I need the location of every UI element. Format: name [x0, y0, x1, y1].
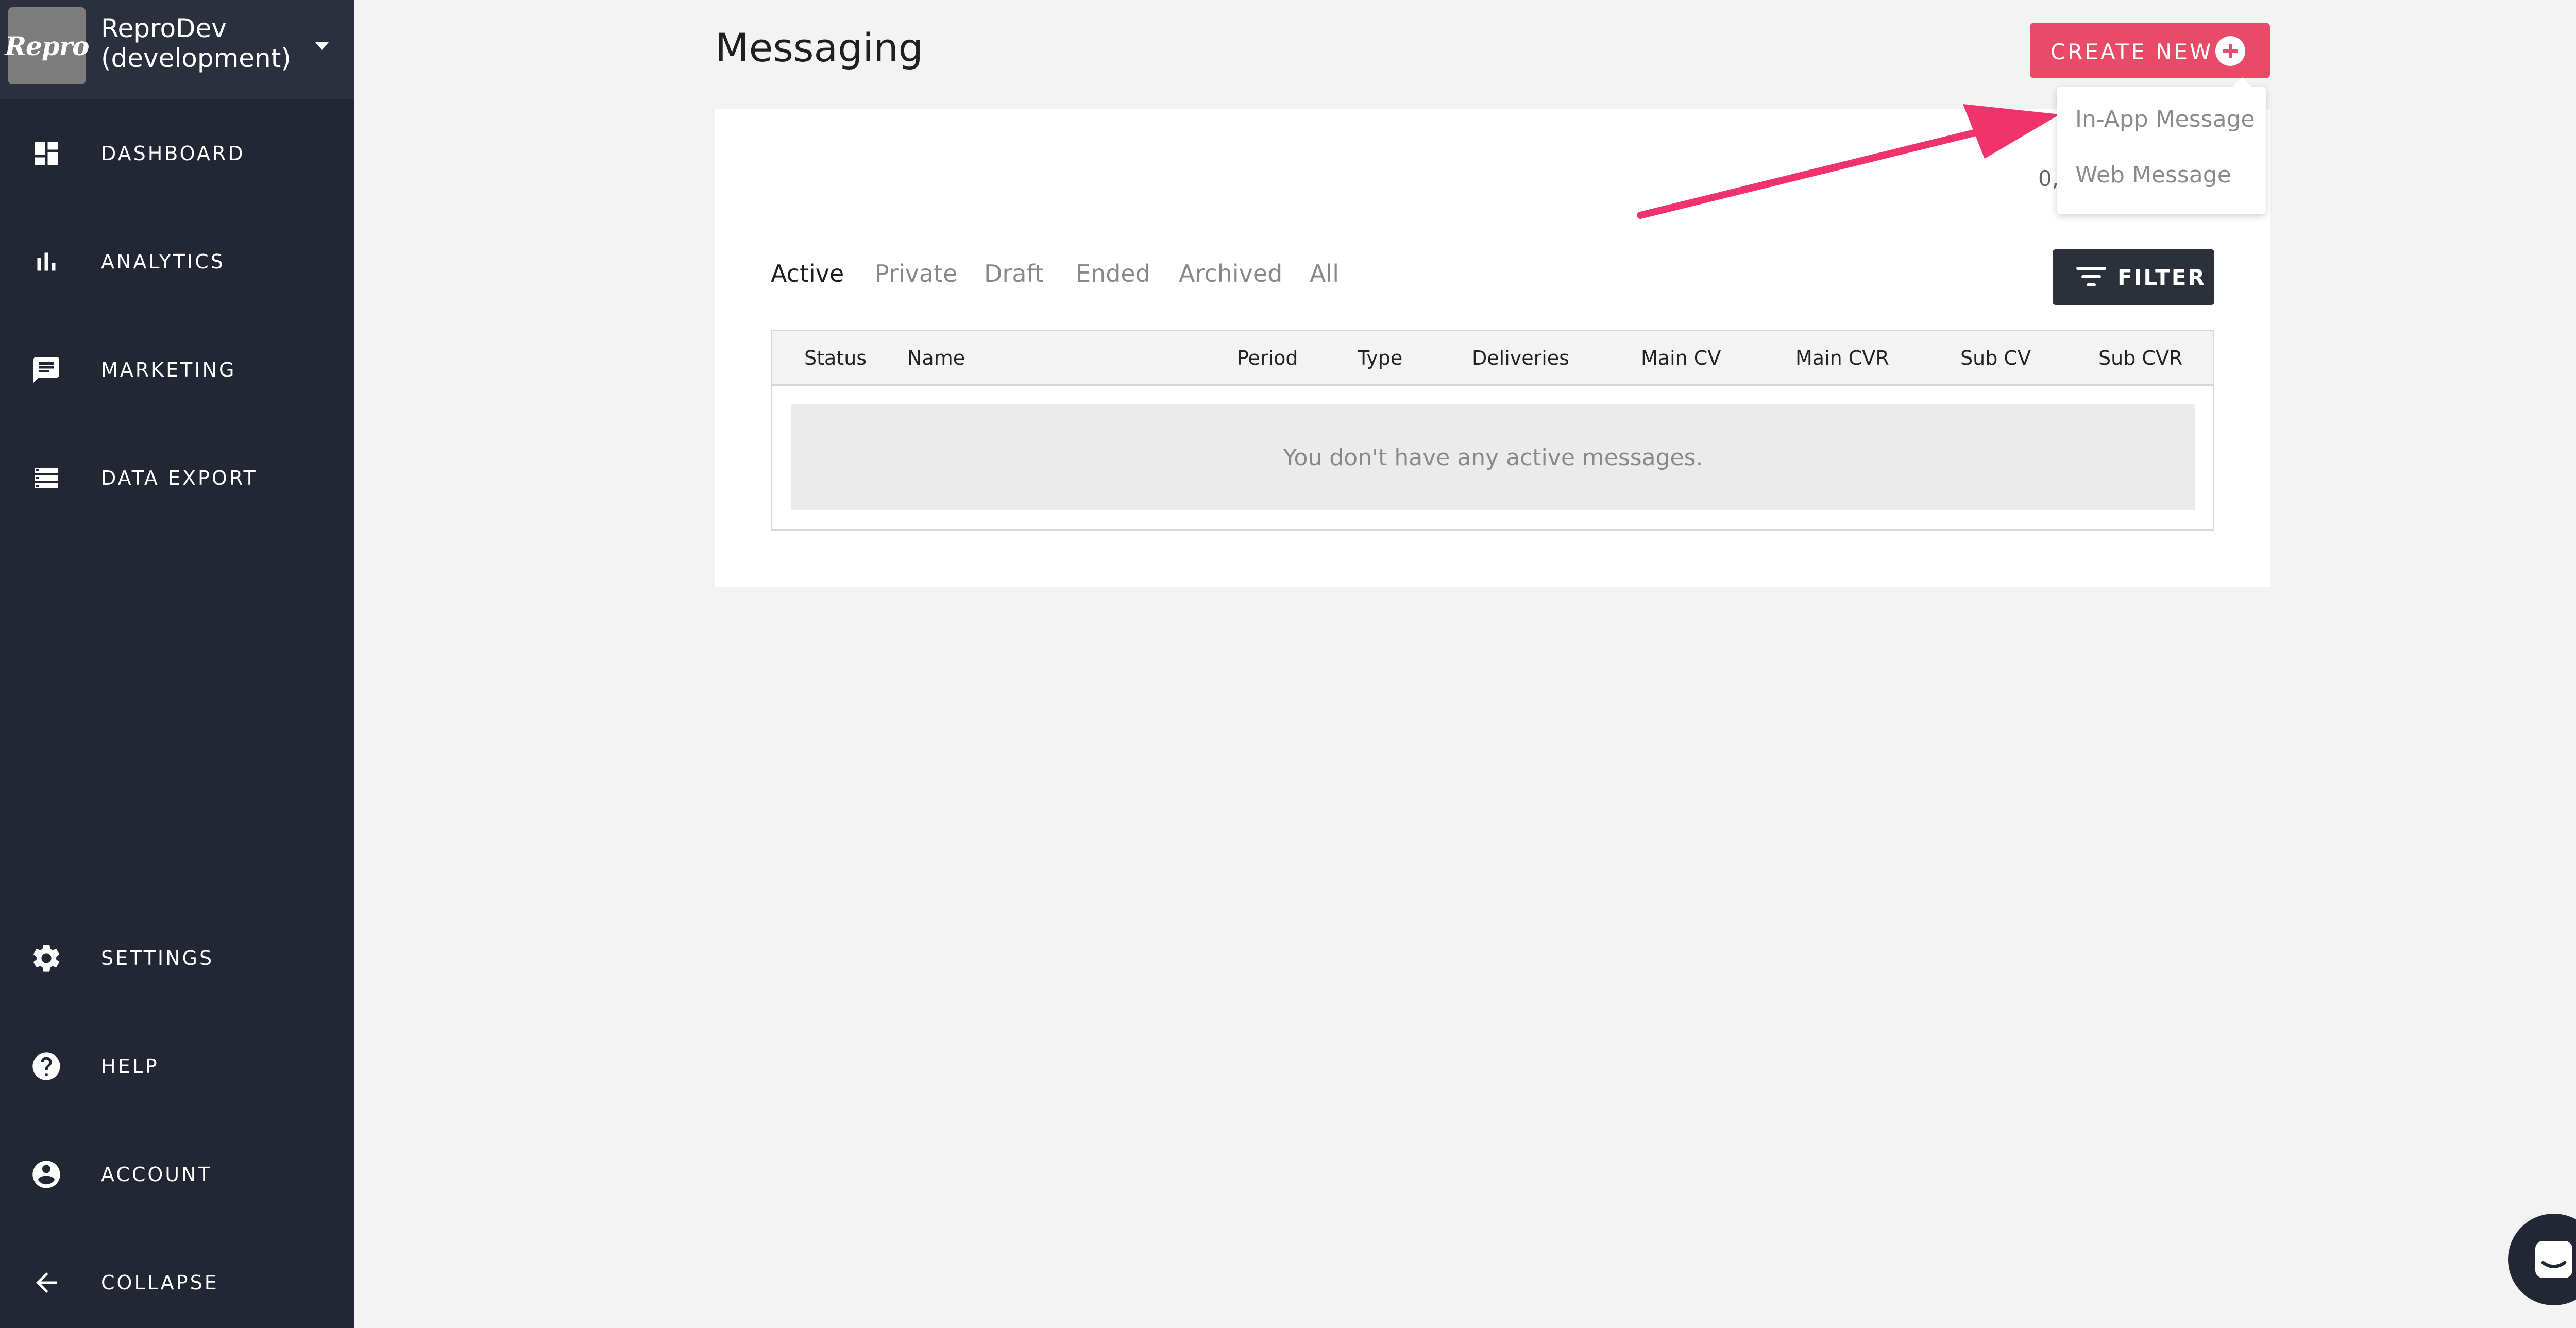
sidebar-item-label: MARKETING — [101, 359, 236, 381]
account-icon — [29, 1157, 64, 1192]
sidebar-item-label: ACCOUNT — [101, 1163, 212, 1186]
menu-item-web-message[interactable]: Web Message — [2075, 162, 2231, 188]
sidebar-item-label: ANALYTICS — [101, 250, 225, 273]
gear-icon — [29, 941, 64, 976]
chat-icon — [2535, 1241, 2572, 1278]
tab-ended[interactable]: Ended — [1076, 260, 1150, 287]
sidebar-item-label: DASHBOARD — [101, 142, 245, 165]
table-header: Status Name Period Type Deliveries Main … — [772, 331, 2213, 386]
tab-archived[interactable]: Archived — [1179, 260, 1282, 287]
sidebar-item-label: SETTINGS — [101, 947, 214, 969]
app-switcher[interactable]: Repro ReproDev (development) — [0, 0, 354, 99]
menu-item-in-app-message[interactable]: In-App Message — [2075, 106, 2255, 132]
create-new-button[interactable]: CREATE NEW — [2030, 23, 2270, 78]
column-header-period[interactable]: Period — [1237, 347, 1298, 369]
empty-state-message: You don't have any active messages. — [791, 404, 2195, 510]
dashboard-icon — [29, 136, 64, 171]
plus-circle-icon — [2215, 36, 2245, 66]
sidebar-item-marketing[interactable]: MARKETING — [0, 329, 354, 411]
sidebar-item-dashboard[interactable]: DASHBOARD — [0, 112, 354, 195]
create-new-label: CREATE NEW — [2050, 39, 2213, 64]
column-header-status[interactable]: Status — [804, 347, 867, 369]
list-icon — [29, 461, 64, 496]
tab-private[interactable]: Private — [875, 260, 957, 287]
help-icon — [29, 1049, 64, 1084]
sidebar-item-label: HELP — [101, 1055, 159, 1078]
sidebar: Repro ReproDev (development) DASHBOARD A… — [0, 0, 354, 1328]
sidebar-item-label: DATA EXPORT — [101, 467, 258, 489]
sidebar-item-help[interactable]: HELP — [0, 1025, 354, 1108]
tab-all[interactable]: All — [1310, 260, 1339, 287]
annotation-arrow — [1637, 104, 2060, 219]
column-header-deliveries[interactable]: Deliveries — [1472, 347, 1569, 369]
column-header-name[interactable]: Name — [907, 347, 965, 369]
tab-draft[interactable]: Draft — [984, 260, 1044, 287]
column-header-sub-cvr[interactable]: Sub CVR — [2098, 347, 2182, 369]
sidebar-item-analytics[interactable]: ANALYTICS — [0, 220, 354, 303]
sidebar-item-collapse[interactable]: COLLAPSE — [0, 1241, 354, 1324]
app-logo: Repro — [5, 7, 90, 84]
filter-label: FILTER — [2117, 265, 2206, 290]
page-title: Messaging — [715, 25, 923, 71]
filter-button[interactable]: FILTER — [2053, 249, 2214, 305]
create-new-menu: In-App Message Web Message — [2057, 77, 2266, 214]
column-header-main-cv[interactable]: Main CV — [1641, 347, 1721, 369]
tab-active[interactable]: Active — [771, 260, 844, 287]
sidebar-item-data-export[interactable]: DATA EXPORT — [0, 437, 354, 519]
bar-chart-icon — [29, 244, 64, 279]
chat-launcher-button[interactable] — [2508, 1214, 2576, 1305]
message-icon — [29, 352, 64, 387]
column-header-sub-cv[interactable]: Sub CV — [1960, 347, 2031, 369]
sidebar-item-account[interactable]: ACCOUNT — [0, 1133, 354, 1216]
caret-down-icon — [315, 42, 329, 50]
filter-icon — [2076, 267, 2106, 287]
sidebar-item-settings[interactable]: SETTINGS — [0, 917, 354, 999]
sidebar-item-label: COLLAPSE — [101, 1271, 219, 1294]
messages-table: Status Name Period Type Deliveries Main … — [771, 330, 2214, 531]
arrow-left-icon — [29, 1265, 64, 1300]
column-header-main-cvr[interactable]: Main CVR — [1795, 347, 1889, 369]
app-name: ReproDev (development) — [101, 13, 291, 73]
column-header-type[interactable]: Type — [1358, 347, 1402, 369]
